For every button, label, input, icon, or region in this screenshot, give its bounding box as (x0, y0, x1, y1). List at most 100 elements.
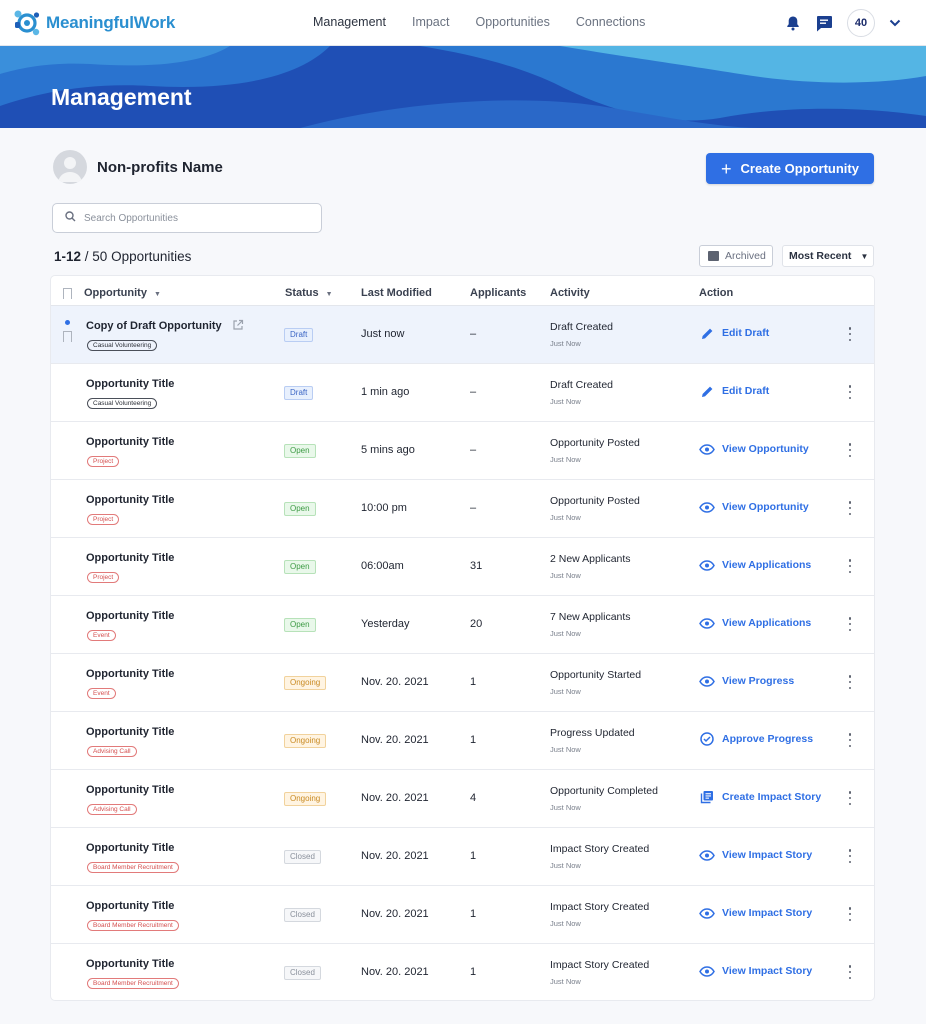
row-action-link[interactable]: View Impact Story (699, 964, 812, 978)
row-action-link[interactable]: Edit Draft (699, 326, 769, 340)
row-action-link[interactable]: Approve Progress (699, 732, 813, 746)
nav-impact[interactable]: Impact (412, 15, 450, 29)
more-options-icon[interactable] (848, 617, 852, 631)
more-options-icon[interactable] (848, 907, 852, 921)
nav-connections[interactable]: Connections (576, 15, 646, 29)
bookmark-icon[interactable] (63, 331, 72, 342)
table-row[interactable]: Opportunity Title Project Open 10:00 pm – Opp… (51, 480, 874, 538)
results-range: 1-12 (54, 249, 82, 264)
col-action: Action (699, 287, 734, 299)
table-row[interactable]: Opportunity Title Event Open Yesterday 20 7 N… (51, 596, 874, 654)
more-options-icon[interactable] (848, 965, 852, 979)
row-action-link[interactable]: View Applications (699, 558, 811, 572)
table-row[interactable]: Opportunity Title Advising Call Ongoing Nov… (51, 770, 874, 828)
create-opportunity-button[interactable]: + Create Opportunity (706, 153, 874, 184)
opportunity-title[interactable]: Opportunity Title (86, 842, 174, 854)
row-action-label: View Opportunity (722, 443, 809, 455)
more-options-icon[interactable] (848, 501, 852, 515)
bookmark-all-icon[interactable] (63, 288, 72, 299)
table-row[interactable]: Copy of Draft Opportunity Casual Voluntee… (51, 306, 874, 364)
row-action-link[interactable]: View Applications (699, 616, 811, 630)
more-options-icon[interactable] (848, 327, 852, 341)
row-action-link[interactable]: Edit Draft (699, 384, 769, 398)
table-row[interactable]: Opportunity Title Casual Volunteering Draf… (51, 364, 874, 422)
activity-time: Just Now (550, 339, 581, 348)
opportunity-title[interactable]: Opportunity Title (86, 900, 174, 912)
last-modified: Nov. 20. 2021 (361, 966, 429, 978)
row-action-link[interactable]: View Opportunity (699, 500, 809, 514)
activity-text: Draft Created (550, 321, 614, 333)
table-row[interactable]: Opportunity Title Board Member Recruitmen… (51, 828, 874, 886)
table-row[interactable]: Opportunity Title Project Open 06:00am 31 2 N… (51, 538, 874, 596)
opportunity-title[interactable]: Opportunity Title (86, 784, 174, 796)
badge-label: 40 (854, 17, 868, 29)
activity-text: Impact Story Created (550, 843, 650, 855)
message-icon[interactable] (813, 12, 835, 34)
opportunity-title[interactable]: Opportunity Title (86, 378, 174, 390)
eye-icon (699, 674, 715, 688)
row-action-link[interactable]: View Opportunity (699, 442, 809, 456)
table-row[interactable]: Opportunity Title Event Ongoing Nov. 20. 20… (51, 654, 874, 712)
external-link-icon[interactable] (232, 318, 244, 330)
more-options-icon[interactable] (848, 559, 852, 573)
nav-management[interactable]: Management (313, 15, 386, 29)
search-box (52, 203, 322, 233)
sort-dropdown[interactable]: Most Recent ▼ (782, 245, 874, 267)
results-count: 1-12 / 50 Opportunities (54, 249, 191, 264)
table-row[interactable]: Opportunity Title Advising Call Ongoing Nov… (51, 712, 874, 770)
search-input[interactable] (84, 212, 304, 224)
row-action-link[interactable]: View Progress (699, 674, 794, 688)
opportunity-title[interactable]: Opportunity Title (86, 668, 174, 680)
col-status[interactable]: Status ▼ (285, 287, 333, 299)
table-row[interactable]: Opportunity Title Board Member Recruitmen… (51, 886, 874, 944)
more-options-icon[interactable] (848, 733, 852, 747)
applicants-count: 1 (470, 966, 477, 978)
opportunity-title[interactable]: Opportunity Title (86, 726, 174, 738)
brand-logo[interactable]: MeaningfulWork (12, 8, 175, 38)
avatar[interactable] (53, 150, 87, 184)
archived-button[interactable]: Archived (699, 245, 773, 267)
opportunity-title[interactable]: Copy of Draft Opportunity (86, 320, 222, 332)
more-options-icon[interactable] (848, 849, 852, 863)
nav-opportunities[interactable]: Opportunities (475, 15, 549, 29)
opportunity-title[interactable]: Opportunity Title (86, 958, 174, 970)
eye-icon (699, 616, 715, 630)
opportunity-title[interactable]: Opportunity Title (86, 494, 174, 506)
col-last-modified[interactable]: Last Modified (361, 287, 432, 299)
applicants-count: 1 (470, 734, 477, 746)
status-badge: Closed (284, 850, 321, 864)
more-options-icon[interactable] (848, 791, 852, 805)
col-opportunity[interactable]: Opportunity ▼ (84, 287, 161, 299)
row-action-link[interactable]: View Impact Story (699, 848, 812, 862)
activity-text: 7 New Applicants (550, 611, 631, 623)
activity-text: Opportunity Completed (550, 785, 658, 797)
eye-icon (699, 442, 715, 456)
chevron-down-icon[interactable] (884, 12, 906, 34)
activity-time: Just Now (550, 513, 581, 522)
last-modified: 06:00am (361, 560, 404, 572)
col-applicants[interactable]: Applicants (470, 287, 526, 299)
activity-time: Just Now (550, 455, 581, 464)
category-tag: Board Member Recruitment (87, 862, 179, 873)
more-options-icon[interactable] (848, 675, 852, 689)
status-badge: Open (284, 560, 316, 574)
create-opportunity-label: Create Opportunity (740, 161, 859, 176)
table-row[interactable]: Opportunity Title Board Member Recruitmen… (51, 944, 874, 1000)
opportunity-title[interactable]: Opportunity Title (86, 610, 174, 622)
col-activity[interactable]: Activity (550, 287, 590, 299)
table-row[interactable]: Opportunity Title Project Open 5 mins ago – O… (51, 422, 874, 480)
opportunity-title[interactable]: Opportunity Title (86, 436, 174, 448)
archive-icon (708, 251, 719, 261)
more-options-icon[interactable] (848, 385, 852, 399)
org-badge-avatar[interactable]: 40 (847, 9, 875, 37)
opportunity-title[interactable]: Opportunity Title (86, 552, 174, 564)
applicants-count: 1 (470, 908, 477, 920)
more-options-icon[interactable] (848, 443, 852, 457)
activity-text: Opportunity Posted (550, 437, 640, 449)
category-tag: Advising Call (87, 746, 137, 757)
row-action-link[interactable]: View Impact Story (699, 906, 812, 920)
row-action-link[interactable]: Create Impact Story (699, 790, 821, 804)
bell-icon[interactable] (782, 12, 804, 34)
nav-actions: 40 (773, 9, 906, 37)
category-tag: Project (87, 456, 120, 467)
